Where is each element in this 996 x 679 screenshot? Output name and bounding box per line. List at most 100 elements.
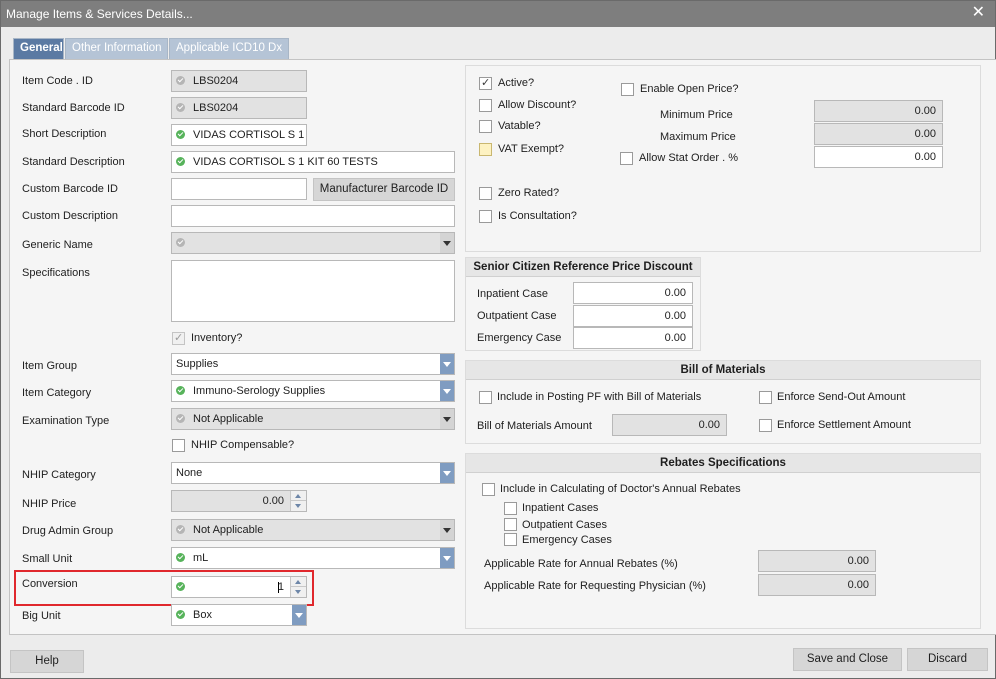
custom-barcode-field[interactable] — [171, 178, 307, 200]
rebates-inpatient-checkbox[interactable] — [504, 502, 517, 515]
examination-type-dropdown[interactable]: Not Applicable — [171, 408, 455, 430]
valid-check-icon — [176, 130, 185, 139]
include-posting-pf-checkbox[interactable] — [479, 391, 492, 404]
rebates-emergency-label: Emergency Cases — [522, 534, 612, 546]
short-description-field[interactable]: VIDAS CORTISOL S 1 — [171, 124, 307, 146]
maximum-price-label: Maximum Price — [660, 131, 736, 143]
inventory-label: Inventory? — [191, 332, 243, 344]
enable-open-price-checkbox[interactable] — [621, 83, 634, 96]
save-and-close-button[interactable]: Save and Close — [793, 648, 902, 671]
status-check-icon — [176, 103, 185, 112]
minimum-price-label: Minimum Price — [660, 109, 733, 121]
is-consultation-label: Is Consultation? — [498, 210, 577, 222]
close-icon[interactable]: ✕ — [972, 4, 985, 22]
senior-emergency-field[interactable]: 0.00 — [573, 327, 693, 349]
stat-order-percent-field[interactable]: 0.00 — [814, 146, 943, 168]
valid-check-icon — [176, 386, 185, 395]
senior-inpatient-field[interactable]: 0.00 — [573, 282, 693, 304]
bom-amount-field: 0.00 — [612, 414, 727, 436]
chevron-down-icon[interactable] — [440, 381, 454, 401]
manufacturer-barcode-button[interactable]: Manufacturer Barcode ID — [313, 178, 455, 201]
bom-amount-label: Bill of Materials Amount — [477, 420, 592, 432]
rebates-outpatient-checkbox[interactable] — [504, 518, 517, 531]
zero-rated-label: Zero Rated? — [498, 187, 560, 199]
drug-admin-group-dropdown[interactable]: Not Applicable — [171, 519, 455, 541]
rebates-outpatient-label: Outpatient Cases — [522, 519, 607, 531]
chevron-down-icon[interactable] — [440, 463, 454, 483]
rebates-emergency-checkbox[interactable] — [504, 533, 517, 546]
rebates-inpatient-label: Inpatient Cases — [522, 502, 599, 514]
valid-check-icon — [176, 582, 185, 591]
tab-general[interactable]: General — [13, 38, 64, 59]
custom-description-label: Custom Description — [22, 210, 118, 222]
generic-name-dropdown[interactable] — [171, 232, 455, 254]
vatable-checkbox[interactable] — [479, 120, 492, 133]
allow-stat-order-checkbox[interactable] — [620, 152, 633, 165]
physician-rate-label: Applicable Rate for Requesting Physician… — [484, 580, 706, 592]
nhip-category-dropdown[interactable]: None — [171, 462, 455, 484]
help-button[interactable]: Help — [10, 650, 84, 673]
chevron-down-icon[interactable] — [440, 409, 454, 429]
enable-open-price-label: Enable Open Price? — [640, 83, 739, 95]
annual-rate-label: Applicable Rate for Annual Rebates (%) — [484, 558, 678, 570]
tab-other-information[interactable]: Other Information — [65, 38, 168, 59]
enforce-settlement-label: Enforce Settlement Amount — [777, 419, 911, 431]
status-check-icon — [176, 238, 185, 247]
annual-rate-field: 0.00 — [758, 550, 876, 572]
specifications-label: Specifications — [22, 267, 90, 279]
spin-up-icon[interactable] — [291, 577, 306, 587]
item-group-label: Item Group — [22, 360, 78, 372]
generic-name-label: Generic Name — [22, 239, 93, 251]
status-check-icon — [176, 525, 185, 534]
zero-rated-checkbox[interactable] — [479, 187, 492, 200]
chevron-down-icon[interactable] — [440, 233, 454, 253]
big-unit-label: Big Unit — [22, 610, 61, 622]
nhip-price-stepper[interactable]: 0.00 — [171, 490, 307, 512]
allow-discount-checkbox[interactable] — [479, 99, 492, 112]
is-consultation-checkbox[interactable] — [479, 210, 492, 223]
window-title: Manage Items & Services Details... — [6, 7, 193, 21]
allow-stat-order-label: Allow Stat Order . % — [639, 152, 739, 164]
spin-up-icon[interactable] — [291, 491, 306, 501]
chevron-down-icon[interactable] — [292, 605, 306, 625]
chevron-down-icon[interactable] — [440, 548, 454, 568]
inventory-checkbox[interactable] — [172, 331, 185, 345]
item-code-field: LBS0204 — [171, 70, 307, 92]
minimum-price-field: 0.00 — [814, 100, 943, 122]
include-calc-rebates-checkbox[interactable] — [482, 483, 495, 496]
enforce-sendout-checkbox[interactable] — [759, 391, 772, 404]
chevron-down-icon[interactable] — [440, 354, 454, 374]
discard-button[interactable]: Discard — [907, 648, 988, 671]
spin-down-icon[interactable] — [291, 501, 306, 511]
senior-inpatient-label: Inpatient Case — [477, 288, 548, 300]
spin-down-icon[interactable] — [291, 587, 306, 597]
valid-check-icon — [176, 610, 185, 619]
standard-description-field[interactable]: VIDAS CORTISOL S 1 KIT 60 TESTS — [171, 151, 455, 173]
chevron-down-icon[interactable] — [440, 520, 454, 540]
senior-citizen-header: Senior Citizen Reference Price Discount — [466, 258, 700, 277]
standard-barcode-field: LBS0204 — [171, 97, 307, 119]
nhip-compensable-checkbox[interactable] — [172, 439, 185, 452]
rebates-header: Rebates Specifications — [466, 454, 980, 473]
conversion-stepper[interactable]: 1 — [171, 576, 307, 598]
small-unit-dropdown[interactable]: mL — [171, 547, 455, 569]
specifications-textarea[interactable] — [171, 260, 455, 322]
senior-outpatient-field[interactable]: 0.00 — [573, 305, 693, 327]
custom-description-field[interactable] — [171, 205, 455, 227]
physician-rate-field: 0.00 — [758, 574, 876, 596]
vat-exempt-checkbox[interactable] — [479, 143, 492, 156]
include-posting-pf-label: Include in Posting PF with Bill of Mater… — [497, 391, 702, 403]
item-category-dropdown[interactable]: Immuno-Serology Supplies — [171, 380, 455, 402]
enforce-settlement-checkbox[interactable] — [759, 419, 772, 432]
status-check-icon — [176, 76, 185, 85]
custom-barcode-label: Custom Barcode ID — [22, 183, 118, 195]
nhip-price-label: NHIP Price — [22, 498, 77, 510]
item-group-dropdown[interactable]: Supplies — [171, 353, 455, 375]
active-checkbox[interactable] — [479, 76, 492, 90]
bill-of-materials-header: Bill of Materials — [466, 361, 980, 380]
big-unit-dropdown[interactable]: Box — [171, 604, 307, 626]
active-label: Active? — [498, 77, 535, 89]
senior-emergency-label: Emergency Case — [477, 332, 562, 344]
nhip-compensable-label: NHIP Compensable? — [191, 439, 295, 451]
tab-applicable-icd10[interactable]: Applicable ICD10 Dx — [169, 38, 289, 59]
